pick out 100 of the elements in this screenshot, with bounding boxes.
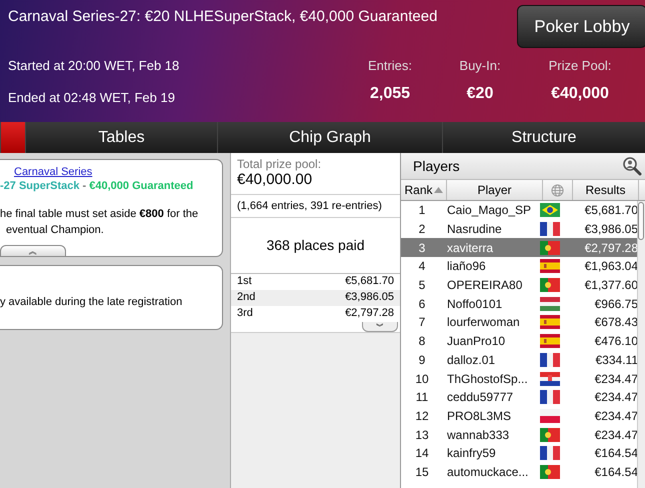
place-amount: €3,986.05	[345, 291, 394, 305]
rank-cell-text: 13	[414, 428, 430, 442]
player-cell-text: xaviterra	[446, 240, 494, 255]
result-cell-text: €164.54	[594, 446, 638, 460]
player-cell-text: wannab333	[446, 428, 510, 442]
end-time: Ended at 02:48 WET, Feb 19	[8, 90, 176, 105]
stat-value: 2,055	[370, 85, 410, 103]
tab[interactable]: Tables	[25, 122, 217, 153]
place-label: 3rd	[237, 307, 253, 321]
player-row[interactable]: 14 kainfry59 €164.54	[401, 444, 638, 463]
stat-label: Buy-In:	[459, 58, 501, 73]
flag-icon	[540, 259, 560, 274]
flag-icon	[540, 334, 560, 348]
place-label: 2nd	[237, 291, 256, 305]
rank-cell-text: 5	[418, 278, 426, 292]
poker-lobby-button[interactable]: Poker Lobby	[517, 5, 645, 48]
places-paid: 368 places paid	[266, 237, 365, 253]
rank-cell-text: 14	[414, 446, 430, 460]
rank-cell-text: 6	[418, 296, 426, 311]
flag-icon	[540, 390, 560, 404]
player-row[interactable]: 9 dalloz.01 €334.11	[401, 350, 638, 370]
tab[interactable]: Structure	[442, 122, 645, 153]
flag-icon	[540, 315, 560, 330]
player-cell-text: Noffo0101	[446, 296, 504, 311]
player-cell-text: dalloz.01	[446, 352, 496, 367]
flag-icon	[540, 408, 560, 423]
rank-cell-text: 12	[414, 408, 430, 423]
rank-cell-text: 7	[418, 315, 426, 330]
result-cell-text: €234.47	[594, 408, 638, 423]
player-row[interactable]: 12 PRO8L3MS €234.47	[401, 406, 638, 426]
flag-icon	[540, 446, 560, 460]
column-header[interactable]: Results	[573, 180, 639, 200]
scrollbar[interactable]	[637, 201, 645, 488]
result-cell-text: €2,797.28	[584, 240, 638, 255]
prize-pool-total: €40,000.00	[237, 171, 314, 188]
player-row[interactable]: 2 Nasrudine €3,986.05	[401, 220, 638, 238]
result-cell-text: €5,681.70	[584, 203, 638, 218]
player-cell-text: kainfry59	[446, 446, 497, 460]
player-row[interactable]: 3 xaviterra €2,797.28	[401, 238, 638, 258]
scroll-thumb[interactable]	[638, 202, 644, 240]
player-row[interactable]: 4 liaño96 €1,963.04	[401, 257, 638, 276]
player-cell-text: Nasrudine	[446, 222, 503, 236]
start-time: Started at 20:00 WET, Feb 18	[8, 58, 180, 73]
place-amount: €2,797.28	[345, 307, 394, 321]
player-cell-text: OPEREIRA80	[446, 278, 524, 292]
flag-icon	[540, 203, 560, 218]
prize-pool-label: Total prize pool:	[237, 157, 322, 171]
tab[interactable]: Chip Graph	[217, 122, 442, 153]
flag-icon	[540, 352, 560, 367]
result-cell-text: €334.11	[594, 352, 638, 367]
series-link[interactable]: Carnaval Series	[14, 166, 92, 178]
result-cell-text: €164.54	[594, 464, 638, 479]
result-cell-text: €1,963.04	[584, 259, 638, 274]
player-row[interactable]: 10 ThGhostofSp... €234.47	[401, 369, 638, 388]
tournament-subtitle: -27 SuperStack - €40,000 Guaranteed	[0, 180, 194, 192]
player-row[interactable]: 6 Noffo0101 €966.75	[401, 294, 638, 314]
player-row[interactable]: 11 ceddu59777 €234.47	[401, 388, 638, 407]
rank-cell-text: 8	[418, 334, 426, 348]
player-row[interactable]: 5 OPEREIRA80 €1,377.60	[401, 276, 638, 294]
place-amount: €5,681.70	[345, 275, 394, 289]
flag-icon	[540, 240, 560, 255]
column-header[interactable]: Rank	[401, 180, 447, 200]
search-icon[interactable]	[622, 156, 642, 176]
flag-icon	[540, 296, 560, 311]
rank-cell-text: 10	[414, 372, 430, 386]
result-cell-text: €476.10	[594, 334, 638, 348]
players-title: Players	[413, 158, 460, 174]
player-row[interactable]: 7 lourferwoman €678.43	[401, 313, 638, 332]
collapse-button[interactable]: ︽	[0, 245, 66, 257]
player-row[interactable]: 8 JuanPro10 €476.10	[401, 332, 638, 350]
rank-cell-text: 11	[414, 390, 430, 404]
player-cell-text: Caio_Mago_SP	[446, 203, 532, 218]
note-text: y available during the late registration	[0, 296, 182, 308]
column-header[interactable]: Player	[447, 180, 543, 200]
result-cell-text: €234.47	[594, 390, 638, 404]
player-cell-text: liaño96	[446, 259, 487, 274]
tab[interactable]	[0, 122, 25, 153]
result-cell-text: €234.47	[594, 428, 638, 442]
flag-icon	[540, 222, 560, 236]
rank-cell-text: 2	[418, 222, 426, 236]
tournament-title: Carnaval Series-27: €20 NLHESuperStack, €40,000 Guaranteed	[8, 8, 438, 25]
result-cell-text: €678.43	[594, 315, 638, 330]
globe-icon	[551, 184, 564, 196]
sort-icon	[434, 187, 442, 193]
result-cell-text: €1,377.60	[584, 278, 638, 292]
flag-icon	[540, 372, 560, 386]
player-row[interactable]: 1 Caio_Mago_SP €5,681.70	[401, 201, 638, 220]
player-cell-text: ThGhostofSp...	[446, 372, 529, 386]
player-cell-text: PRO8L3MS	[446, 408, 512, 423]
flag-icon	[540, 464, 560, 479]
player-row[interactable]: 15 automuckace... €164.54	[401, 462, 638, 482]
player-cell-text: automuckace...	[446, 464, 530, 479]
player-row[interactable]: 13 wannab333 €234.47	[401, 425, 638, 444]
expand-button[interactable]: ︾	[362, 322, 398, 332]
rank-cell-text: 9	[418, 352, 426, 367]
flag-icon	[540, 428, 560, 442]
flag-icon	[540, 278, 560, 292]
rank-cell-text: 4	[418, 259, 426, 274]
entries-text: (1,664 entries, 391 re-entries)	[237, 200, 382, 212]
result-cell-text: €234.47	[594, 372, 638, 386]
